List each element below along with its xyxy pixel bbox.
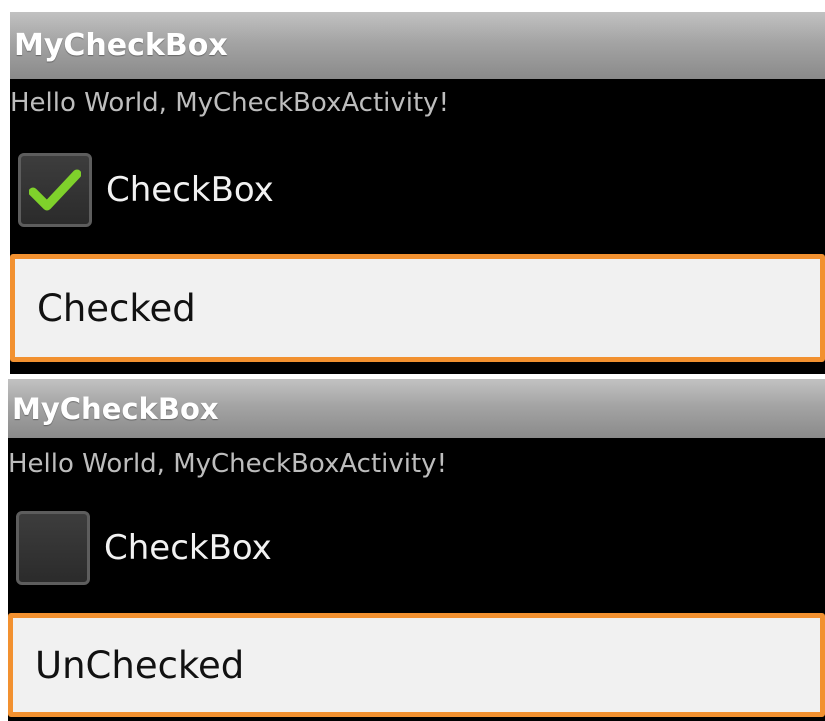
checkbox-box[interactable] [18,153,92,227]
app-screen-unchecked: MyCheckBox Hello World, MyCheckBoxActivi… [8,379,825,721]
hello-text: Hello World, MyCheckBoxActivity! [10,88,449,118]
status-text-field[interactable]: Checked [10,254,825,362]
checkbox-label[interactable]: CheckBox [106,170,274,210]
checkbox-box[interactable] [16,511,90,585]
check-icon [29,169,81,211]
app-screen-checked: MyCheckBox Hello World, MyCheckBoxActivi… [10,12,825,374]
checkbox[interactable]: CheckBox [18,153,274,227]
title-bar: MyCheckBox [8,379,825,438]
hello-text: Hello World, MyCheckBoxActivity! [8,449,447,479]
status-text-value: Checked [37,286,196,330]
checkbox-label[interactable]: CheckBox [104,528,272,568]
title-bar: MyCheckBox [10,12,825,79]
status-text-value: UnChecked [35,643,245,687]
app-title: MyCheckBox [12,391,219,426]
checkbox[interactable]: CheckBox [16,511,272,585]
app-title: MyCheckBox [14,28,228,63]
status-text-field[interactable]: UnChecked [8,613,825,717]
